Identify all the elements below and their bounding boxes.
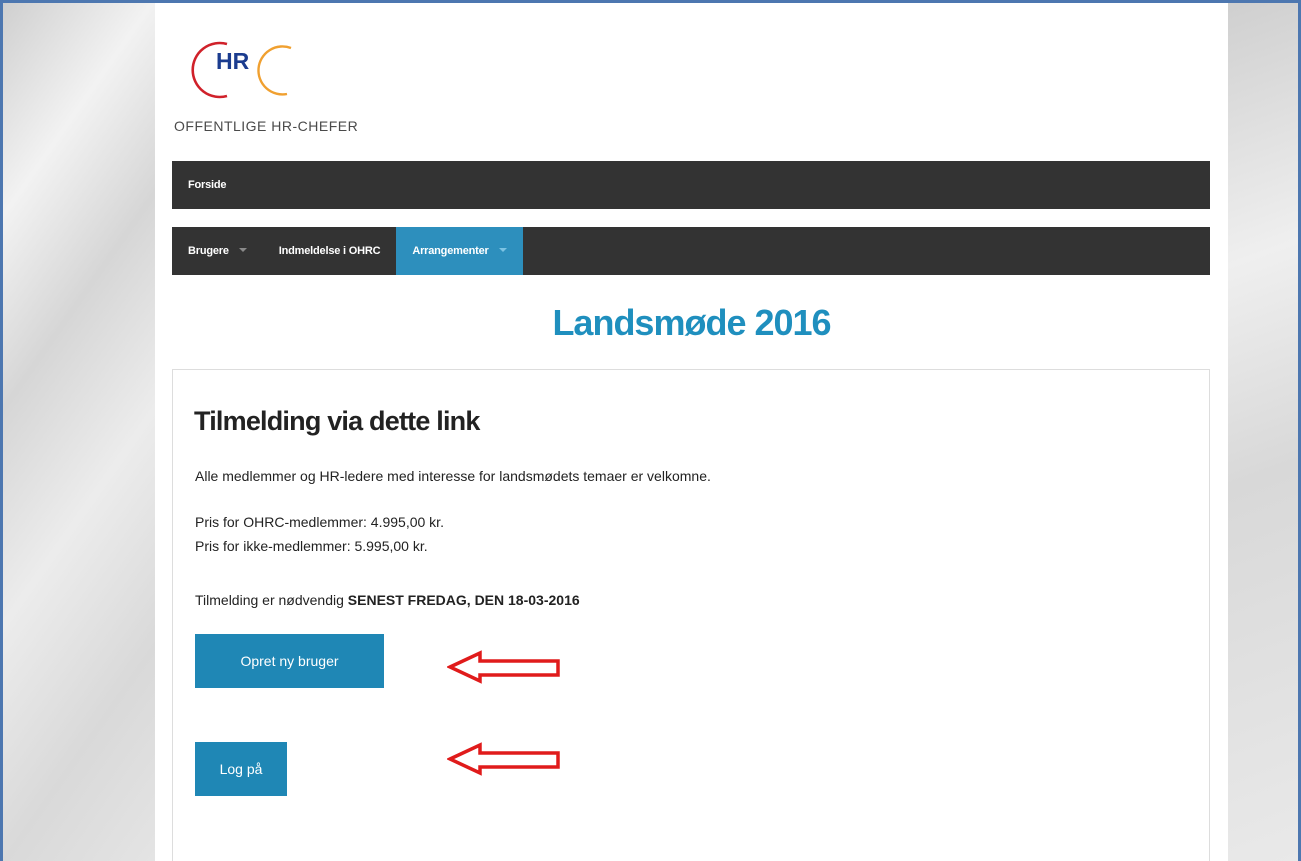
nav-item-label: Brugere [188,245,229,257]
background-right [1228,0,1301,861]
nav-item-label: Indmeldelse i OHRC [278,245,381,257]
logo-tagline: OFFENTLIGE HR-CHEFER [174,118,359,134]
page-title: Landsmøde 2016 [552,302,831,343]
deadline-emphasis: SENEST FREDAG, DEN 18-03-2016 [347,592,580,608]
page-container: HR OFFENTLIGE HR-CHEFER Forside Brugere … [155,0,1228,861]
deadline-prefix: Tilmelding er nødvendig [195,592,344,608]
caret-down-icon [238,248,247,253]
logo-mark-text: HR [216,48,250,74]
panel-heading: Tilmelding via dette link [194,406,480,436]
arrow-left-annotation-icon [447,742,560,776]
price-nonmembers-text: Pris for ikke-medlemmer: 5.995,00 kr. [195,538,428,554]
background-left [3,0,155,861]
nav-item-indmeldelse[interactable]: Indmeldelse i OHRC [263,227,397,275]
ohrc-logo-mark: HR [191,41,292,99]
create-user-button[interactable]: Opret ny bruger [195,634,384,688]
ohrc-logo[interactable]: HR OFFENTLIGE HR-CHEFER [173,36,403,146]
arrow-left-annotation-icon [447,650,560,684]
nav-item-forside[interactable]: Forside [188,161,227,209]
nav-item-label: Arrangementer [412,245,489,257]
primary-nav: Forside [172,161,1210,209]
caret-down-icon [498,248,507,253]
login-button[interactable]: Log på [195,742,287,796]
nav-item-arrangementer[interactable]: Arrangementer [396,227,523,275]
registration-panel: Tilmelding via dette link Alle medlemmer… [172,369,1210,861]
secondary-nav: Brugere Indmeldelse i OHRC Arrangementer [172,227,1210,275]
intro-text: Alle medlemmer og HR-ledere med interess… [195,468,711,484]
deadline-text: Tilmelding er nødvendig SENEST FREDAG, D… [195,592,580,608]
nav-item-brugere[interactable]: Brugere [172,227,263,275]
price-members-text: Pris for OHRC-medlemmer: 4.995,00 kr. [195,514,444,530]
